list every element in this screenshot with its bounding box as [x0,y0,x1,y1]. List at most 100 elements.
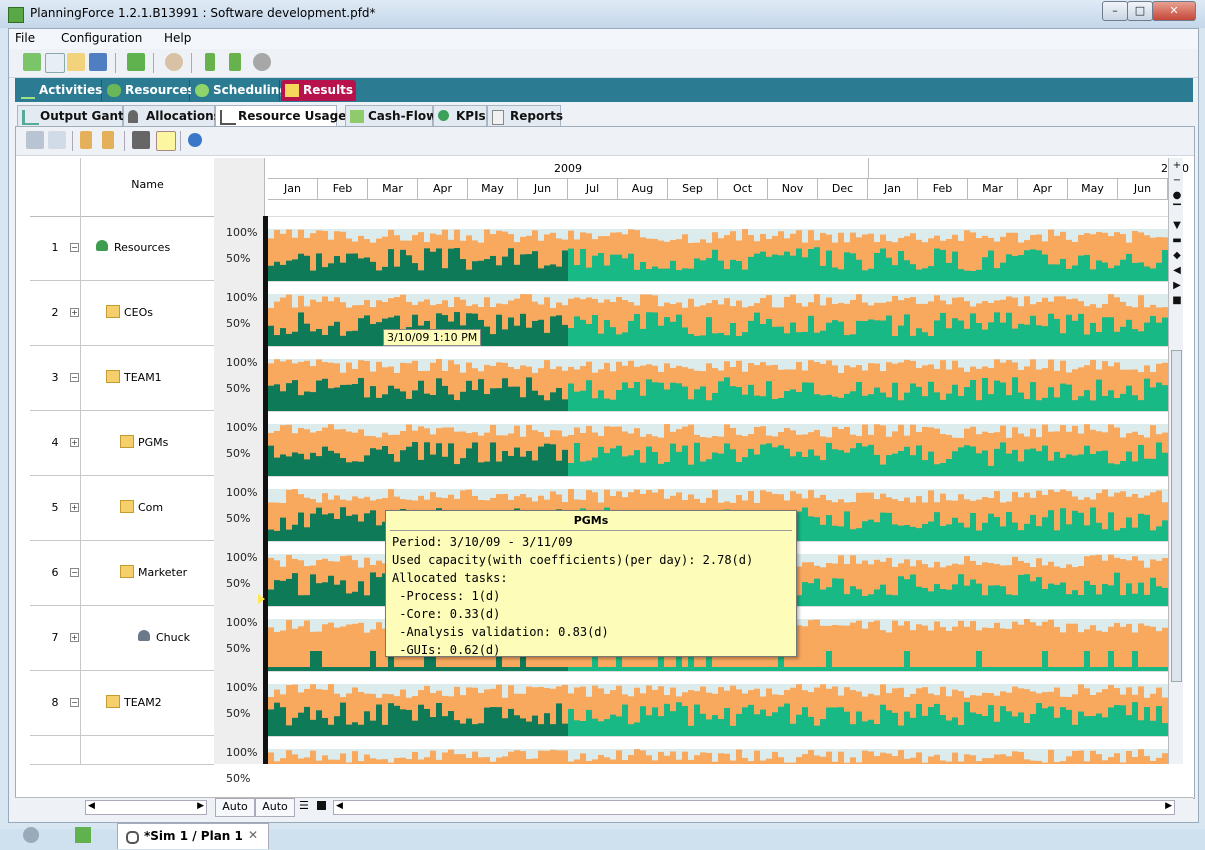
auto-scale-button-1[interactable]: Auto [215,798,255,817]
open-folder-icon[interactable] [67,53,85,71]
used-capacity-bar [1126,319,1132,346]
capacity-bar [1108,757,1114,764]
person-icon [138,630,150,641]
tab-kpis[interactable]: KPIs [433,105,487,127]
used-capacity-bar [880,392,886,411]
tooltip-line-core: -Core: 0.33(d) [392,607,501,621]
globe-icon[interactable] [165,53,183,71]
used-capacity-bar [478,723,484,736]
used-capacity-bar [322,267,328,281]
chart-horizontal-scrollbar[interactable]: ◀ ▶ [333,800,1175,815]
menu-file[interactable]: File [15,31,35,45]
sort-descending-icon[interactable] [102,131,114,149]
tab-output-gantt[interactable]: Output Gantt [17,105,130,127]
save-icon[interactable] [89,53,107,71]
expand-toggle-icon[interactable]: + [70,438,79,447]
new-file-icon[interactable] [23,53,41,71]
menu-configuration[interactable]: Configuration [61,31,142,45]
minimize-button[interactable]: – [1102,1,1128,21]
expand-toggle-icon[interactable]: − [70,243,79,252]
used-capacity-bar [1144,667,1150,671]
used-capacity-bar [1078,667,1084,671]
tab-allocations[interactable]: Allocations [123,105,221,127]
capacity-bar [1024,759,1030,764]
used-capacity-bar [832,578,838,606]
settings-gear-icon[interactable] [253,53,271,71]
used-capacity-bar [268,265,274,281]
run-icon[interactable] [205,53,215,71]
usage-chart[interactable] [268,216,1168,764]
maximize-button[interactable]: □ [1127,1,1153,21]
used-capacity-bar [928,707,934,736]
tree-row[interactable]: 7 + Chuck [30,606,214,671]
used-capacity-bar [1132,527,1138,541]
vertical-scrollbar[interactable]: + − ● ▔ ▼ ▬ ◆ ◀ ▶ ■ [1168,158,1183,764]
doc-tab-sim1-plan1[interactable]: *Sim 1 / Plan 1 ✕ [117,823,269,849]
used-capacity-bar [484,259,490,281]
tree-row-partial[interactable] [30,736,214,765]
name-column-header[interactable]: Name [81,178,214,191]
expand-toggle-icon[interactable]: − [70,698,79,707]
help-icon[interactable] [188,133,202,147]
close-tab-icon[interactable]: ✕ [248,828,258,842]
tree-row[interactable]: 4 + PGMs [30,411,214,476]
puzzle-icon[interactable] [127,53,145,71]
tree-row[interactable]: 2 + CEOs [30,281,214,346]
used-capacity-bar [622,332,628,346]
print-preview-icon[interactable] [48,131,66,149]
tab-activities[interactable]: Activities [17,80,102,101]
tree-row[interactable]: 8− TEAM2 [30,671,214,736]
auto-scale-button-2[interactable]: Auto [255,798,295,817]
tab-results[interactable]: Results [281,80,356,101]
used-capacity-bar [856,528,862,541]
zoom-controls[interactable]: + − ● ▔ ▼ ▬ ◆ ◀ ▶ ■ [1172,158,1182,308]
tree-horizontal-scrollbar[interactable]: ◀ ▶ [85,800,207,815]
used-capacity-bar [604,453,610,476]
open-file-icon[interactable] [45,53,65,73]
snapshot-icon[interactable] [132,131,150,149]
used-capacity-bar [478,260,484,281]
print-icon[interactable] [26,131,44,149]
tree-row[interactable]: 3− TEAM1 [30,346,214,411]
used-capacity-bar [1036,451,1042,476]
used-capacity-bar [742,332,748,346]
close-button[interactable]: ✕ [1152,1,1196,21]
used-capacity-bar [778,706,784,736]
expand-toggle-icon[interactable]: + [70,308,79,317]
used-capacity-bar [646,446,652,476]
run-step-icon[interactable] [229,53,241,71]
puzzle-icon[interactable] [75,827,91,843]
used-capacity-bar [406,398,412,411]
expand-toggle-icon[interactable]: − [70,373,79,382]
tree-row[interactable]: 6− Marketer [30,541,214,606]
menu-help[interactable]: Help [164,31,191,45]
expand-toggle-icon[interactable]: − [70,568,79,577]
used-capacity-bar [994,585,1000,606]
tab-reports[interactable]: Reports [487,105,563,127]
list-view-icon[interactable]: ☰ [299,800,311,812]
bar-chart-icon [220,110,236,125]
tab-resources[interactable]: Resources [103,80,195,101]
stop-icon[interactable] [317,801,326,810]
capacity-bar [808,620,814,671]
used-capacity-bar [754,253,760,281]
used-capacity-bar [538,268,544,281]
tab-cash-flow[interactable]: Cash-Flow [345,105,437,127]
scroll-thumb[interactable] [1171,350,1182,682]
used-capacity-bar [1060,457,1066,476]
capacity-bar [916,752,922,764]
tree-row[interactable]: 1− Resources [30,216,214,281]
expand-toggle-icon[interactable]: + [70,503,79,512]
used-capacity-bar [490,667,496,671]
tree-row[interactable]: 5 + Com [30,476,214,541]
sort-ascending-icon[interactable] [80,131,92,149]
tooltip-toggle-icon[interactable] [156,131,176,151]
tab-resource-usage[interactable]: Resource Usage [215,105,346,127]
expand-toggle-icon[interactable]: + [70,633,79,642]
used-capacity-bar [340,580,346,606]
used-capacity-bar [682,706,688,736]
used-capacity-bar [772,712,778,736]
globe-icon[interactable] [23,827,39,843]
tab-scheduling[interactable]: Scheduling [191,80,288,101]
used-capacity-bar [1036,703,1042,736]
